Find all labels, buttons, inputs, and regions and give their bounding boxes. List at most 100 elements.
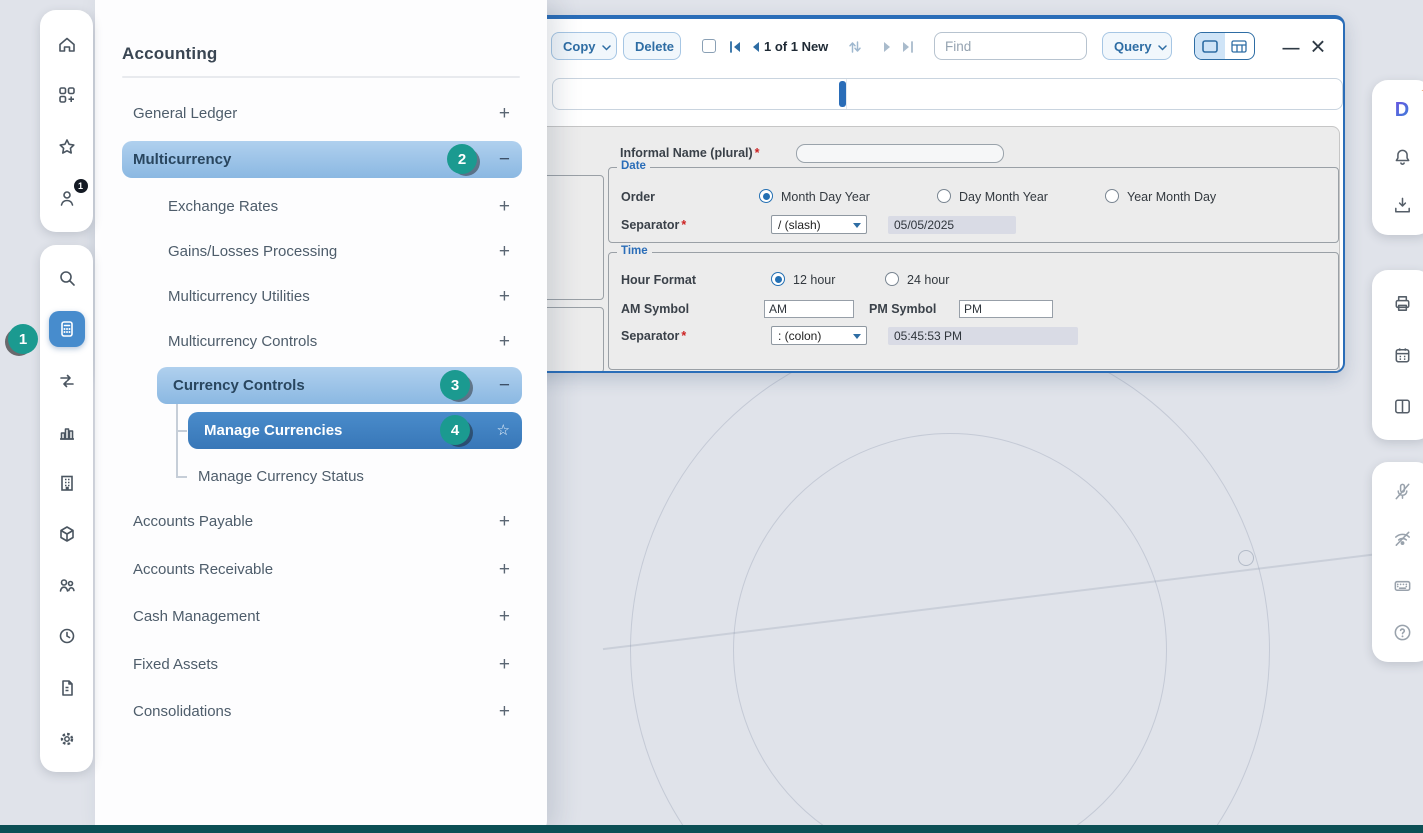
collapse-icon[interactable]: − — [499, 150, 510, 169]
expand-icon[interactable]: + — [499, 607, 510, 626]
help-icon — [1392, 622, 1413, 643]
time-group-label: Time — [617, 245, 652, 257]
expand-icon[interactable]: + — [499, 242, 510, 261]
keyboard-button[interactable] — [1384, 568, 1420, 604]
favorite-star-icon[interactable]: ☆ — [497, 423, 510, 438]
expand-icon[interactable]: + — [499, 287, 510, 306]
transactions-button[interactable] — [49, 363, 85, 399]
tree-connector — [176, 476, 187, 478]
profile-button[interactable]: 1 — [49, 180, 85, 216]
radio-day-month-year[interactable] — [937, 189, 951, 203]
record-header-left-pane — [553, 79, 847, 109]
settings-button[interactable] — [49, 721, 85, 757]
chevron-down-icon — [853, 334, 861, 339]
search-button[interactable] — [49, 260, 85, 296]
date-group-label: Date — [617, 160, 650, 172]
pm-symbol-input[interactable] — [959, 300, 1053, 318]
menu-item-fixed-assets[interactable]: Fixed Assets + — [122, 646, 522, 682]
pane-splitter[interactable] — [839, 81, 846, 107]
expand-icon[interactable]: + — [499, 104, 510, 123]
import-button[interactable] — [1384, 187, 1420, 223]
keyboard-icon — [1392, 575, 1413, 596]
collapse-icon[interactable]: − — [499, 376, 510, 395]
documents-button[interactable] — [49, 670, 85, 706]
chevron-down-icon — [1158, 39, 1167, 54]
people-icon — [57, 575, 77, 595]
organization-button[interactable] — [49, 465, 85, 501]
time-separator-select[interactable]: : (colon) — [771, 326, 867, 345]
radio-year-month-day[interactable] — [1105, 189, 1119, 203]
am-symbol-input[interactable] — [764, 300, 854, 318]
dela-logo: D — [1395, 100, 1409, 120]
people-button[interactable] — [49, 567, 85, 603]
expand-icon[interactable]: + — [499, 655, 510, 674]
delete-button[interactable]: Delete — [623, 32, 681, 60]
print-button[interactable] — [1384, 286, 1420, 322]
find-input[interactable] — [934, 32, 1087, 60]
home-button[interactable] — [49, 26, 85, 62]
divider — [122, 76, 520, 78]
right-rail-card-input — [1372, 462, 1423, 662]
menu-item-consolidations[interactable]: Consolidations + — [122, 693, 522, 729]
form-view-button[interactable] — [1195, 33, 1225, 59]
home-icon — [57, 34, 77, 54]
expand-icon[interactable]: + — [499, 332, 510, 351]
notifications-button[interactable] — [1384, 140, 1420, 176]
calendar-button[interactable] — [1384, 337, 1420, 373]
informal-name-input[interactable] — [796, 144, 1004, 163]
record-checkbox[interactable] — [702, 39, 716, 53]
expand-icon[interactable]: + — [499, 197, 510, 216]
radio-24-hour[interactable] — [885, 272, 899, 286]
time-separator-label: Separator* — [621, 329, 686, 343]
menu-item-general-ledger[interactable]: General Ledger + — [122, 95, 522, 131]
menu-item-multicurrency-utilities[interactable]: Multicurrency Utilities + — [122, 278, 522, 314]
expand-icon[interactable]: + — [499, 560, 510, 579]
analytics-button[interactable] — [49, 414, 85, 450]
close-button[interactable]: × — [1306, 32, 1330, 60]
search-icon — [57, 268, 77, 288]
previous-record-icon[interactable] — [746, 40, 764, 54]
tree-connector — [176, 430, 187, 432]
menu-item-gains-losses-processing[interactable]: Gains/Losses Processing + — [122, 233, 522, 269]
first-record-icon[interactable] — [726, 40, 744, 54]
query-button[interactable]: Query — [1102, 32, 1172, 60]
radio-12-hour[interactable] — [771, 272, 785, 286]
table-view-icon — [1231, 40, 1247, 53]
accounting-module-button[interactable] — [49, 311, 85, 347]
menu-item-multicurrency-controls[interactable]: Multicurrency Controls + — [122, 323, 522, 359]
history-button[interactable] — [49, 618, 85, 654]
date-separator-select[interactable]: / (slash) — [771, 215, 867, 234]
favorites-button[interactable] — [49, 129, 85, 165]
table-view-button[interactable] — [1225, 33, 1255, 59]
radio-month-day-year[interactable] — [759, 189, 773, 203]
right-rail-card-output — [1372, 270, 1423, 440]
expand-icon[interactable]: + — [499, 702, 510, 721]
next-record-icon[interactable] — [878, 40, 896, 54]
minimize-button[interactable]: — — [1280, 36, 1302, 60]
document-icon — [57, 678, 77, 698]
menu-item-accounts-receivable[interactable]: Accounts Receivable + — [122, 551, 522, 587]
menu-item-manage-currency-status[interactable]: Manage Currency Status — [188, 458, 522, 494]
layout-columns-button[interactable] — [1384, 389, 1420, 425]
left-rail-top-card: 1 — [40, 10, 93, 232]
flyout-title: Accounting — [122, 44, 218, 64]
apps-button[interactable] — [49, 77, 85, 113]
last-record-icon[interactable] — [898, 40, 916, 54]
menu-item-cash-management[interactable]: Cash Management + — [122, 598, 522, 634]
analytics-icon — [57, 422, 77, 442]
taskbar-strip — [0, 825, 1423, 833]
assistant-button[interactable]: D ✦ — [1384, 92, 1420, 128]
printer-icon — [1392, 293, 1413, 314]
clock-icon — [57, 626, 77, 646]
copy-button[interactable]: Copy — [551, 32, 617, 60]
expand-icon[interactable]: + — [499, 512, 510, 531]
form-view-icon — [1202, 40, 1218, 53]
help-button[interactable] — [1384, 615, 1420, 651]
voice-input-button[interactable] — [1384, 473, 1420, 509]
menu-item-manage-currencies[interactable]: Manage Currencies ☆ — [188, 412, 522, 449]
refresh-records-icon[interactable] — [846, 40, 864, 54]
signal-button[interactable] — [1384, 520, 1420, 556]
menu-item-exchange-rates[interactable]: Exchange Rates + — [122, 188, 522, 224]
inventory-button[interactable] — [49, 516, 85, 552]
menu-item-accounts-payable[interactable]: Accounts Payable + — [122, 503, 522, 539]
